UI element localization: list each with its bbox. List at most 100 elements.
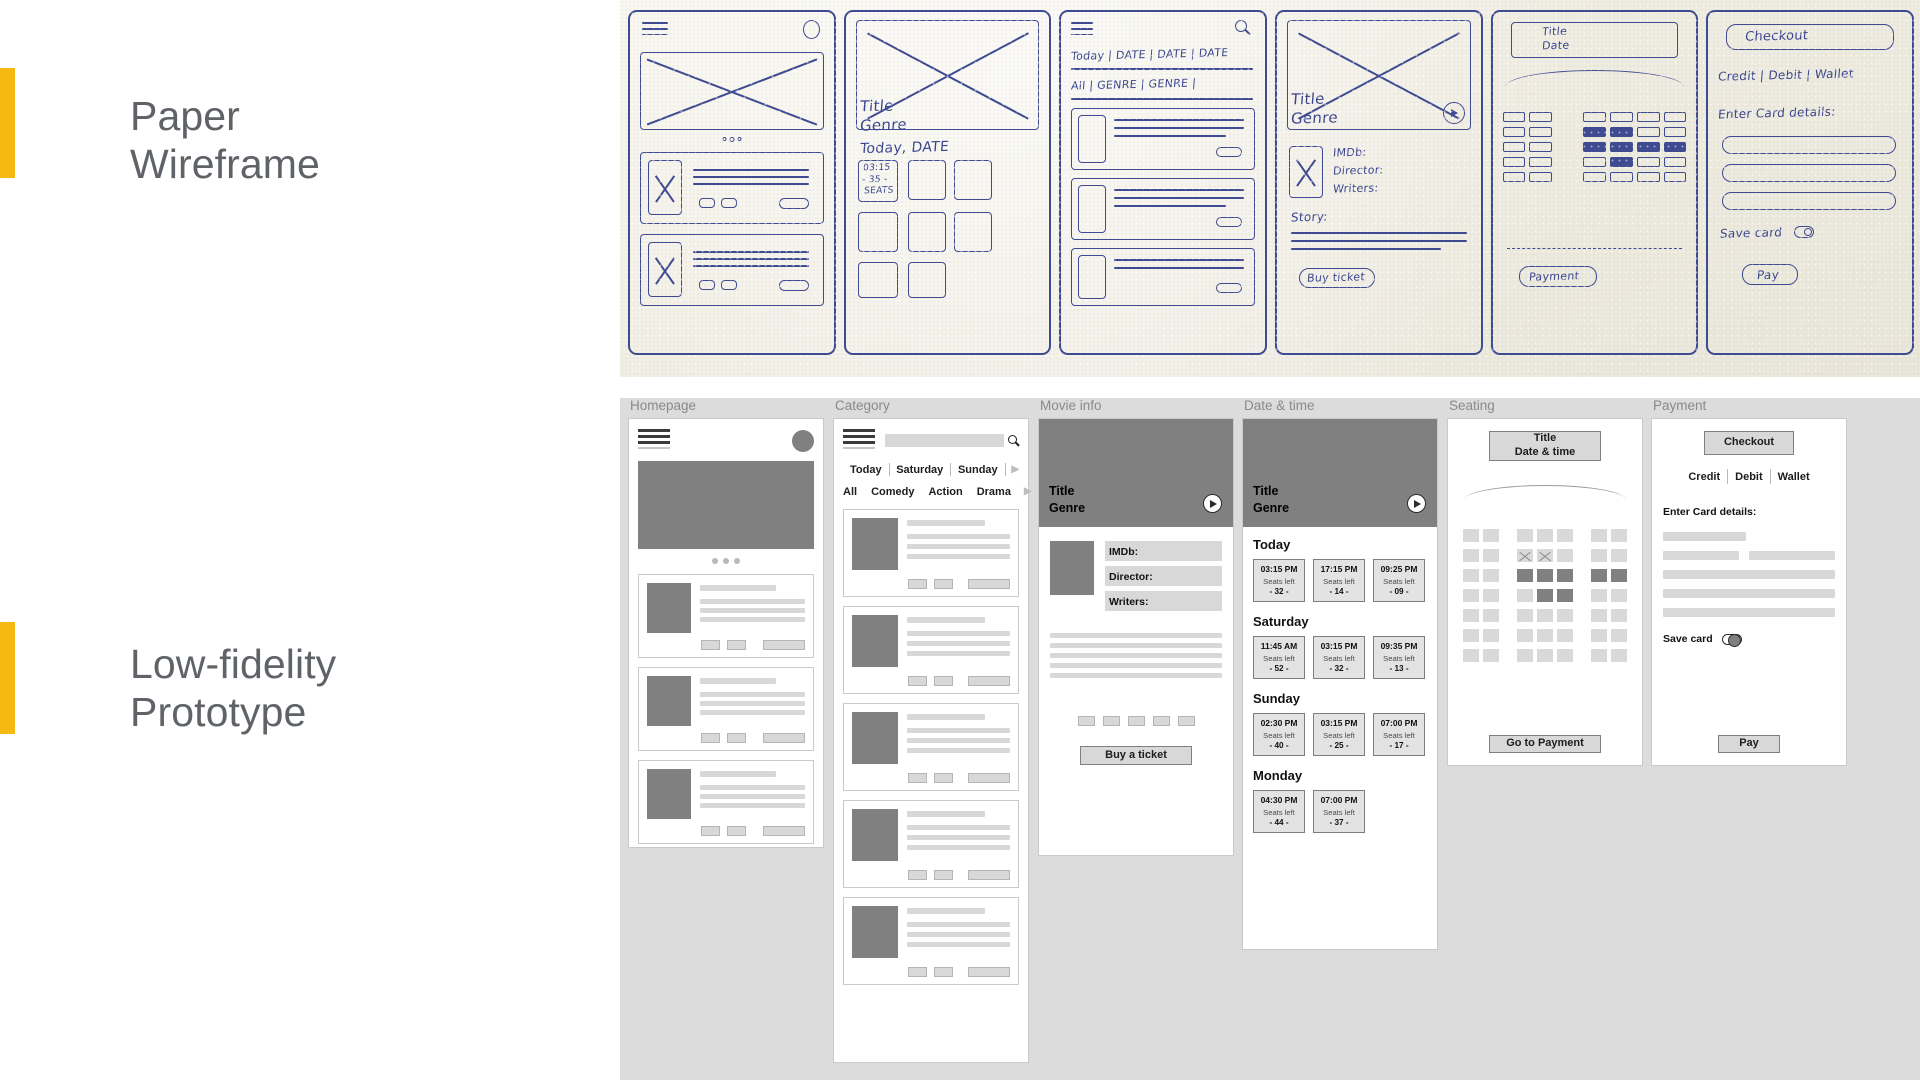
movie-card[interactable] [843, 800, 1019, 888]
movie-card[interactable] [638, 574, 814, 658]
seat-free[interactable] [1483, 629, 1499, 642]
tag-chip[interactable] [727, 826, 746, 836]
thumbnail[interactable] [1102, 716, 1120, 726]
seat-free[interactable] [1611, 649, 1627, 662]
extra-field[interactable] [1663, 608, 1835, 617]
thumbnail[interactable] [1127, 716, 1145, 726]
showtime-button[interactable]: 04:30 PM Seats left - 44 - [1253, 790, 1305, 833]
tag-chip[interactable] [934, 773, 953, 783]
seat-free[interactable] [1557, 649, 1573, 662]
seat-blocked[interactable] [1517, 549, 1533, 562]
seat-taken[interactable] [1591, 569, 1607, 582]
cvv-field[interactable] [1748, 551, 1835, 560]
thumbnail[interactable] [1077, 716, 1095, 726]
tag-chip[interactable] [701, 733, 720, 743]
movie-card[interactable] [843, 509, 1019, 597]
showtime-button[interactable]: 09:25 PM Seats left - 09 - [1373, 559, 1425, 602]
tag-chip[interactable] [701, 826, 720, 836]
seat-taken[interactable] [1537, 589, 1553, 602]
showtime-button[interactable]: 03:15 PM Seats left - 32 - [1253, 559, 1305, 602]
seat-blocked[interactable] [1537, 549, 1553, 562]
seat-free[interactable] [1517, 589, 1533, 602]
carousel-dots[interactable] [638, 558, 814, 564]
action-chip[interactable] [763, 640, 805, 650]
seat-free[interactable] [1517, 629, 1533, 642]
seat-free[interactable] [1483, 609, 1499, 622]
action-chip[interactable] [968, 676, 1010, 686]
seat-free[interactable] [1483, 649, 1499, 662]
thumbnail[interactable] [1152, 716, 1170, 726]
seat-free[interactable] [1463, 629, 1479, 642]
tag-chip[interactable] [908, 773, 927, 783]
seat-free[interactable] [1517, 529, 1533, 542]
seat-free[interactable] [1517, 649, 1533, 662]
title-date-time-header[interactable]: Title Date & time [1489, 431, 1601, 461]
seat-free[interactable] [1463, 529, 1479, 542]
pay-button[interactable]: Pay [1718, 735, 1780, 753]
hero-image[interactable]: Title Genre [1243, 419, 1437, 527]
save-card-toggle[interactable] [1721, 633, 1742, 647]
payment-method-tabs[interactable]: Credit Debit Wallet [1663, 469, 1835, 484]
buy-a-ticket-button[interactable]: Buy a ticket [1080, 746, 1192, 765]
tag-chip[interactable] [934, 676, 953, 686]
seat-grid[interactable] [1458, 529, 1632, 662]
seat-free[interactable] [1591, 649, 1607, 662]
tab-today[interactable]: Today [843, 464, 889, 476]
seat-free[interactable] [1557, 529, 1573, 542]
seat-free[interactable] [1611, 629, 1627, 642]
tag-chip[interactable] [908, 579, 927, 589]
seat-free[interactable] [1483, 529, 1499, 542]
tab-comedy[interactable]: Comedy [864, 486, 921, 498]
action-chip[interactable] [763, 733, 805, 743]
tab-debit[interactable]: Debit [1728, 471, 1770, 483]
cardholder-field[interactable] [1663, 570, 1835, 579]
showtime-button[interactable]: 11:45 AM Seats left - 52 - [1253, 636, 1305, 679]
seat-taken[interactable] [1517, 569, 1533, 582]
showtime-button[interactable]: 02:30 PM Seats left - 40 - [1253, 713, 1305, 756]
seat-free[interactable] [1463, 609, 1479, 622]
tag-chip[interactable] [934, 967, 953, 977]
seat-free[interactable] [1591, 549, 1607, 562]
play-icon[interactable] [1407, 494, 1426, 513]
tag-chip[interactable] [727, 733, 746, 743]
seat-free[interactable] [1557, 549, 1573, 562]
seat-free[interactable] [1611, 589, 1627, 602]
action-chip[interactable] [968, 870, 1010, 880]
tab-sunday[interactable]: Sunday [951, 464, 1005, 476]
seat-free[interactable] [1557, 609, 1573, 622]
seat-free[interactable] [1591, 529, 1607, 542]
tag-chip[interactable] [701, 640, 720, 650]
seat-taken[interactable] [1557, 569, 1573, 582]
action-chip[interactable] [968, 773, 1010, 783]
hero-carousel-image[interactable] [638, 461, 814, 549]
action-chip[interactable] [968, 579, 1010, 589]
tab-wallet[interactable]: Wallet [1771, 471, 1817, 483]
showtime-button[interactable]: 17:15 PM Seats left - 14 - [1313, 559, 1365, 602]
seat-taken[interactable] [1537, 569, 1553, 582]
movie-card[interactable] [638, 760, 814, 844]
seat-free[interactable] [1483, 569, 1499, 582]
search-icon[interactable] [1008, 435, 1019, 446]
tab-action[interactable]: Action [921, 486, 969, 498]
genre-tabs-next-arrow-icon[interactable]: ▶ [1018, 486, 1032, 497]
day-tabs[interactable]: Today Saturday Sunday ▶ [843, 463, 1019, 476]
seat-free[interactable] [1611, 609, 1627, 622]
movie-card[interactable] [638, 667, 814, 751]
expiry-field[interactable] [1663, 551, 1739, 560]
showtime-button[interactable]: 03:15 PM Seats left - 32 - [1313, 636, 1365, 679]
go-to-payment-button[interactable]: Go to Payment [1489, 735, 1601, 753]
seat-free[interactable] [1537, 609, 1553, 622]
tab-saturday[interactable]: Saturday [889, 464, 950, 476]
seat-free[interactable] [1463, 549, 1479, 562]
day-tabs-next-arrow-icon[interactable]: ▶ [1005, 464, 1019, 475]
tab-drama[interactable]: Drama [970, 486, 1018, 498]
tag-chip[interactable] [908, 870, 927, 880]
seat-free[interactable] [1611, 529, 1627, 542]
seat-free[interactable] [1483, 589, 1499, 602]
seat-taken[interactable] [1611, 569, 1627, 582]
seat-free[interactable] [1611, 549, 1627, 562]
seat-free[interactable] [1463, 649, 1479, 662]
checkout-header-button[interactable]: Checkout [1704, 431, 1794, 455]
showtime-button[interactable]: 07:00 PM Seats left - 37 - [1313, 790, 1365, 833]
seat-free[interactable] [1591, 609, 1607, 622]
